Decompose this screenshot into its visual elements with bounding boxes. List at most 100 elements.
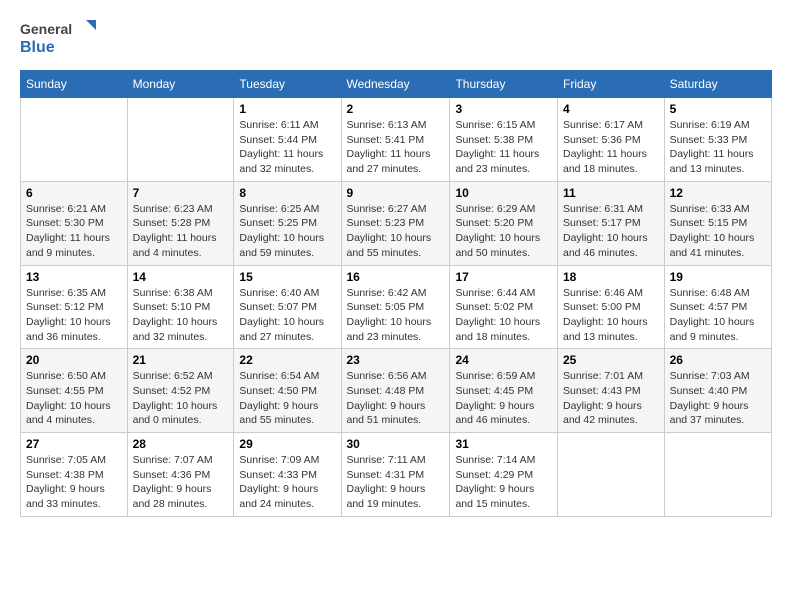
day-info: Sunrise: 6:38 AMSunset: 5:10 PMDaylight:… [133,286,229,345]
day-number: 22 [239,353,335,367]
weekday-header-cell: Wednesday [341,71,450,98]
weekday-header-cell: Friday [558,71,665,98]
calendar-cell: 26 Sunrise: 7:03 AMSunset: 4:40 PMDayligh… [664,349,771,433]
day-info: Sunrise: 6:17 AMSunset: 5:36 PMDaylight:… [563,118,659,177]
calendar-cell: 20Sunrise: 6:50 AMSunset: 4:55 PMDayligh… [21,349,128,433]
day-number: 18 [563,270,659,284]
logo: General Blue [20,16,100,60]
calendar-week-row: 27 Sunrise: 7:05 AMSunset: 4:38 PMDayligh… [21,433,772,517]
calendar-cell: 25 Sunrise: 7:01 AMSunset: 4:43 PMDayligh… [558,349,665,433]
calendar-cell: 22 Sunrise: 6:54 AMSunset: 4:50 PMDayligh… [234,349,341,433]
calendar-table: SundayMondayTuesdayWednesdayThursdayFrid… [20,70,772,517]
calendar-cell: 9 Sunrise: 6:27 AMSunset: 5:23 PMDaylight… [341,181,450,265]
day-number: 9 [347,186,445,200]
day-info: Sunrise: 7:03 AMSunset: 4:40 PMDaylight:… [670,369,766,428]
calendar-cell [21,98,128,182]
day-number: 27 [26,437,122,451]
day-info: Sunrise: 7:11 AMSunset: 4:31 PMDaylight:… [347,453,445,512]
day-number: 17 [455,270,552,284]
day-number: 6 [26,186,122,200]
day-info: Sunrise: 6:42 AMSunset: 5:05 PMDaylight:… [347,286,445,345]
day-number: 4 [563,102,659,116]
day-info: Sunrise: 6:21 AMSunset: 5:30 PMDaylight:… [26,202,122,261]
day-info: Sunrise: 7:14 AMSunset: 4:29 PMDaylight:… [455,453,552,512]
day-info: Sunrise: 6:52 AMSunset: 4:52 PMDaylight:… [133,369,229,428]
calendar-cell: 21Sunrise: 6:52 AMSunset: 4:52 PMDayligh… [127,349,234,433]
calendar-cell: 5 Sunrise: 6:19 AMSunset: 5:33 PMDaylight… [664,98,771,182]
calendar-week-row: 1Sunrise: 6:11 AMSunset: 5:44 PMDaylight… [21,98,772,182]
calendar-cell: 19Sunrise: 6:48 AMSunset: 4:57 PMDayligh… [664,265,771,349]
calendar-cell: 23 Sunrise: 6:56 AMSunset: 4:48 PMDayligh… [341,349,450,433]
calendar-cell: 28Sunrise: 7:07 AMSunset: 4:36 PMDayligh… [127,433,234,517]
calendar-cell: 15 Sunrise: 6:40 AMSunset: 5:07 PMDayligh… [234,265,341,349]
day-info: Sunrise: 7:09 AMSunset: 4:33 PMDaylight:… [239,453,335,512]
calendar-cell: 11Sunrise: 6:31 AMSunset: 5:17 PMDayligh… [558,181,665,265]
calendar-cell: 2 Sunrise: 6:13 AMSunset: 5:41 PMDaylight… [341,98,450,182]
day-info: Sunrise: 6:23 AMSunset: 5:28 PMDaylight:… [133,202,229,261]
day-info: Sunrise: 6:35 AMSunset: 5:12 PMDaylight:… [26,286,122,345]
day-number: 31 [455,437,552,451]
day-number: 29 [239,437,335,451]
day-number: 23 [347,353,445,367]
day-info: Sunrise: 6:19 AMSunset: 5:33 PMDaylight:… [670,118,766,177]
calendar-cell: 24 Sunrise: 6:59 AMSunset: 4:45 PMDayligh… [450,349,558,433]
calendar-cell: 10 Sunrise: 6:29 AMSunset: 5:20 PMDayligh… [450,181,558,265]
day-info: Sunrise: 6:56 AMSunset: 4:48 PMDaylight:… [347,369,445,428]
weekday-header-cell: Sunday [21,71,128,98]
day-number: 2 [347,102,445,116]
calendar-cell: 16 Sunrise: 6:42 AMSunset: 5:05 PMDayligh… [341,265,450,349]
day-number: 26 [670,353,766,367]
calendar-week-row: 13Sunrise: 6:35 AMSunset: 5:12 PMDayligh… [21,265,772,349]
day-info: Sunrise: 6:15 AMSunset: 5:38 PMDaylight:… [455,118,552,177]
calendar-week-row: 6 Sunrise: 6:21 AMSunset: 5:30 PMDaylight… [21,181,772,265]
day-number: 5 [670,102,766,116]
day-number: 16 [347,270,445,284]
day-info: Sunrise: 6:27 AMSunset: 5:23 PMDaylight:… [347,202,445,261]
day-number: 24 [455,353,552,367]
day-number: 28 [133,437,229,451]
svg-text:General: General [20,21,72,37]
day-info: Sunrise: 6:44 AMSunset: 5:02 PMDaylight:… [455,286,552,345]
day-info: Sunrise: 7:01 AMSunset: 4:43 PMDaylight:… [563,369,659,428]
day-info: Sunrise: 7:05 AMSunset: 4:38 PMDaylight:… [26,453,122,512]
day-number: 14 [133,270,229,284]
calendar-cell: 12Sunrise: 6:33 AMSunset: 5:15 PMDayligh… [664,181,771,265]
weekday-header-row: SundayMondayTuesdayWednesdayThursdayFrid… [21,71,772,98]
calendar-cell [664,433,771,517]
day-number: 19 [670,270,766,284]
day-number: 3 [455,102,552,116]
day-info: Sunrise: 6:59 AMSunset: 4:45 PMDaylight:… [455,369,552,428]
day-number: 8 [239,186,335,200]
weekday-header-cell: Thursday [450,71,558,98]
day-number: 25 [563,353,659,367]
calendar-cell: 3 Sunrise: 6:15 AMSunset: 5:38 PMDaylight… [450,98,558,182]
calendar-cell: 6 Sunrise: 6:21 AMSunset: 5:30 PMDaylight… [21,181,128,265]
day-info: Sunrise: 6:50 AMSunset: 4:55 PMDaylight:… [26,369,122,428]
calendar-cell: 17 Sunrise: 6:44 AMSunset: 5:02 PMDayligh… [450,265,558,349]
day-number: 10 [455,186,552,200]
calendar-cell [127,98,234,182]
day-info: Sunrise: 6:29 AMSunset: 5:20 PMDaylight:… [455,202,552,261]
day-info: Sunrise: 6:40 AMSunset: 5:07 PMDaylight:… [239,286,335,345]
page-header: General Blue [20,16,772,60]
day-info: Sunrise: 6:25 AMSunset: 5:25 PMDaylight:… [239,202,335,261]
day-number: 12 [670,186,766,200]
calendar-cell: 30Sunrise: 7:11 AMSunset: 4:31 PMDayligh… [341,433,450,517]
calendar-cell: 31 Sunrise: 7:14 AMSunset: 4:29 PMDayligh… [450,433,558,517]
day-info: Sunrise: 6:13 AMSunset: 5:41 PMDaylight:… [347,118,445,177]
svg-text:Blue: Blue [20,39,55,56]
day-info: Sunrise: 6:31 AMSunset: 5:17 PMDaylight:… [563,202,659,261]
calendar-cell: 7 Sunrise: 6:23 AMSunset: 5:28 PMDaylight… [127,181,234,265]
day-number: 7 [133,186,229,200]
weekday-header-cell: Saturday [664,71,771,98]
calendar-week-row: 20Sunrise: 6:50 AMSunset: 4:55 PMDayligh… [21,349,772,433]
calendar-cell: 14 Sunrise: 6:38 AMSunset: 5:10 PMDayligh… [127,265,234,349]
calendar-cell: 4 Sunrise: 6:17 AMSunset: 5:36 PMDaylight… [558,98,665,182]
calendar-cell: 8 Sunrise: 6:25 AMSunset: 5:25 PMDaylight… [234,181,341,265]
weekday-header-cell: Monday [127,71,234,98]
calendar-cell [558,433,665,517]
calendar-body: 1Sunrise: 6:11 AMSunset: 5:44 PMDaylight… [21,98,772,517]
day-info: Sunrise: 6:54 AMSunset: 4:50 PMDaylight:… [239,369,335,428]
day-number: 15 [239,270,335,284]
day-info: Sunrise: 6:46 AMSunset: 5:00 PMDaylight:… [563,286,659,345]
